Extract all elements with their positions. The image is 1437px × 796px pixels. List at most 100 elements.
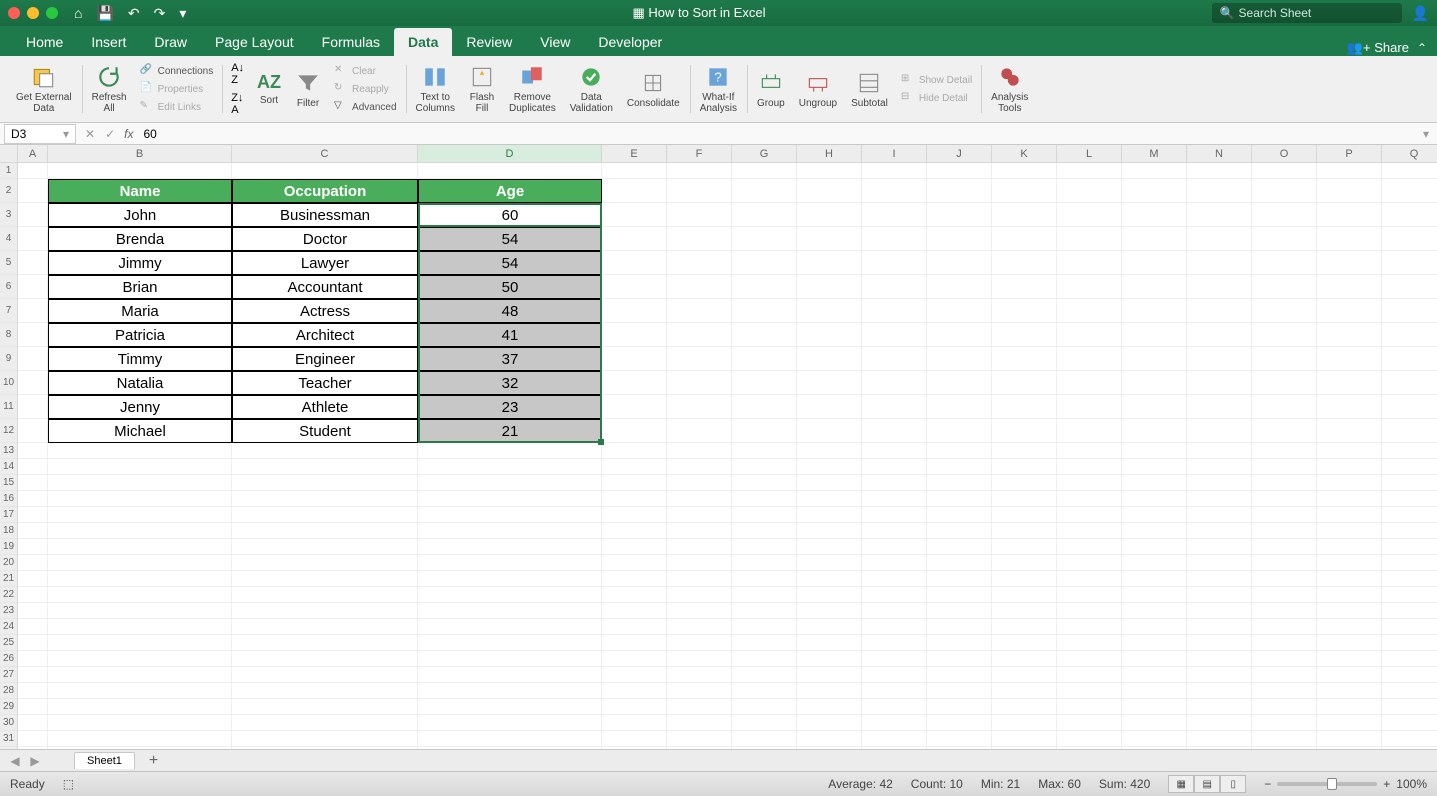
- cell-B32[interactable]: [48, 747, 232, 749]
- edit-links-button[interactable]: ✎Edit Links: [137, 99, 217, 115]
- cell-C5[interactable]: Lawyer: [232, 251, 418, 275]
- cell-C12[interactable]: Student: [232, 419, 418, 443]
- cell-F31[interactable]: [667, 731, 732, 747]
- cell-O21[interactable]: [1252, 571, 1317, 587]
- cell-C21[interactable]: [232, 571, 418, 587]
- cell-B12[interactable]: Michael: [48, 419, 232, 443]
- redo-icon[interactable]: ↷: [154, 5, 166, 22]
- accept-formula-icon[interactable]: ✓: [100, 127, 120, 141]
- cell-M9[interactable]: [1122, 347, 1187, 371]
- cell-L8[interactable]: [1057, 323, 1122, 347]
- save-icon[interactable]: 💾: [96, 5, 113, 22]
- cell-F5[interactable]: [667, 251, 732, 275]
- cell-Q30[interactable]: [1382, 715, 1437, 731]
- cell-G9[interactable]: [732, 347, 797, 371]
- row-header-15[interactable]: 15: [0, 475, 18, 491]
- cell-M31[interactable]: [1122, 731, 1187, 747]
- cell-B30[interactable]: [48, 715, 232, 731]
- cell-D28[interactable]: [418, 683, 602, 699]
- cell-L27[interactable]: [1057, 667, 1122, 683]
- cell-M21[interactable]: [1122, 571, 1187, 587]
- row-header-16[interactable]: 16: [0, 491, 18, 507]
- cell-H19[interactable]: [797, 539, 862, 555]
- cell-C16[interactable]: [232, 491, 418, 507]
- cell-J31[interactable]: [927, 731, 992, 747]
- col-header-O[interactable]: O: [1252, 145, 1317, 163]
- cell-N13[interactable]: [1187, 443, 1252, 459]
- cell-J10[interactable]: [927, 371, 992, 395]
- cell-P6[interactable]: [1317, 275, 1382, 299]
- cell-B21[interactable]: [48, 571, 232, 587]
- cell-J3[interactable]: [927, 203, 992, 227]
- cell-E13[interactable]: [602, 443, 667, 459]
- cell-J23[interactable]: [927, 603, 992, 619]
- cell-N26[interactable]: [1187, 651, 1252, 667]
- cell-Q6[interactable]: [1382, 275, 1437, 299]
- cell-M29[interactable]: [1122, 699, 1187, 715]
- cell-B11[interactable]: Jenny: [48, 395, 232, 419]
- cell-M12[interactable]: [1122, 419, 1187, 443]
- cell-I13[interactable]: [862, 443, 927, 459]
- cell-I11[interactable]: [862, 395, 927, 419]
- cell-E6[interactable]: [602, 275, 667, 299]
- cell-H8[interactable]: [797, 323, 862, 347]
- cell-F22[interactable]: [667, 587, 732, 603]
- cell-P20[interactable]: [1317, 555, 1382, 571]
- cell-M6[interactable]: [1122, 275, 1187, 299]
- cell-B3[interactable]: John: [48, 203, 232, 227]
- cell-G2[interactable]: [732, 179, 797, 203]
- cell-G24[interactable]: [732, 619, 797, 635]
- collapse-ribbon-icon[interactable]: ⌃: [1417, 41, 1427, 55]
- tab-developer[interactable]: Developer: [584, 28, 676, 56]
- cell-F27[interactable]: [667, 667, 732, 683]
- cell-N1[interactable]: [1187, 163, 1252, 179]
- cell-M30[interactable]: [1122, 715, 1187, 731]
- cell-K25[interactable]: [992, 635, 1057, 651]
- cell-G20[interactable]: [732, 555, 797, 571]
- cell-F21[interactable]: [667, 571, 732, 587]
- col-header-A[interactable]: A: [18, 145, 48, 163]
- cell-A26[interactable]: [18, 651, 48, 667]
- cell-I23[interactable]: [862, 603, 927, 619]
- cell-A21[interactable]: [18, 571, 48, 587]
- cell-O14[interactable]: [1252, 459, 1317, 475]
- row-header-2[interactable]: 2: [0, 179, 18, 203]
- cell-G31[interactable]: [732, 731, 797, 747]
- cell-K24[interactable]: [992, 619, 1057, 635]
- cell-P29[interactable]: [1317, 699, 1382, 715]
- cell-M20[interactable]: [1122, 555, 1187, 571]
- cell-D17[interactable]: [418, 507, 602, 523]
- cell-L29[interactable]: [1057, 699, 1122, 715]
- cell-A32[interactable]: [18, 747, 48, 749]
- cell-O19[interactable]: [1252, 539, 1317, 555]
- cell-Q13[interactable]: [1382, 443, 1437, 459]
- cell-J18[interactable]: [927, 523, 992, 539]
- cell-C23[interactable]: [232, 603, 418, 619]
- cell-H7[interactable]: [797, 299, 862, 323]
- cell-I10[interactable]: [862, 371, 927, 395]
- cell-D14[interactable]: [418, 459, 602, 475]
- cell-A5[interactable]: [18, 251, 48, 275]
- cell-O6[interactable]: [1252, 275, 1317, 299]
- cell-F14[interactable]: [667, 459, 732, 475]
- cell-E11[interactable]: [602, 395, 667, 419]
- cell-H10[interactable]: [797, 371, 862, 395]
- cell-G4[interactable]: [732, 227, 797, 251]
- cell-D16[interactable]: [418, 491, 602, 507]
- cell-G14[interactable]: [732, 459, 797, 475]
- cell-G7[interactable]: [732, 299, 797, 323]
- cell-L28[interactable]: [1057, 683, 1122, 699]
- cell-F17[interactable]: [667, 507, 732, 523]
- cell-P23[interactable]: [1317, 603, 1382, 619]
- col-header-L[interactable]: L: [1057, 145, 1122, 163]
- text-to-columns-button[interactable]: Text to Columns: [412, 62, 459, 116]
- cell-A23[interactable]: [18, 603, 48, 619]
- cell-F3[interactable]: [667, 203, 732, 227]
- row-header-20[interactable]: 20: [0, 555, 18, 571]
- cell-F9[interactable]: [667, 347, 732, 371]
- cell-P11[interactable]: [1317, 395, 1382, 419]
- cell-J25[interactable]: [927, 635, 992, 651]
- flash-fill-button[interactable]: Flash Fill: [465, 62, 499, 116]
- whatif-button[interactable]: ?What-If Analysis: [696, 62, 741, 116]
- cell-F20[interactable]: [667, 555, 732, 571]
